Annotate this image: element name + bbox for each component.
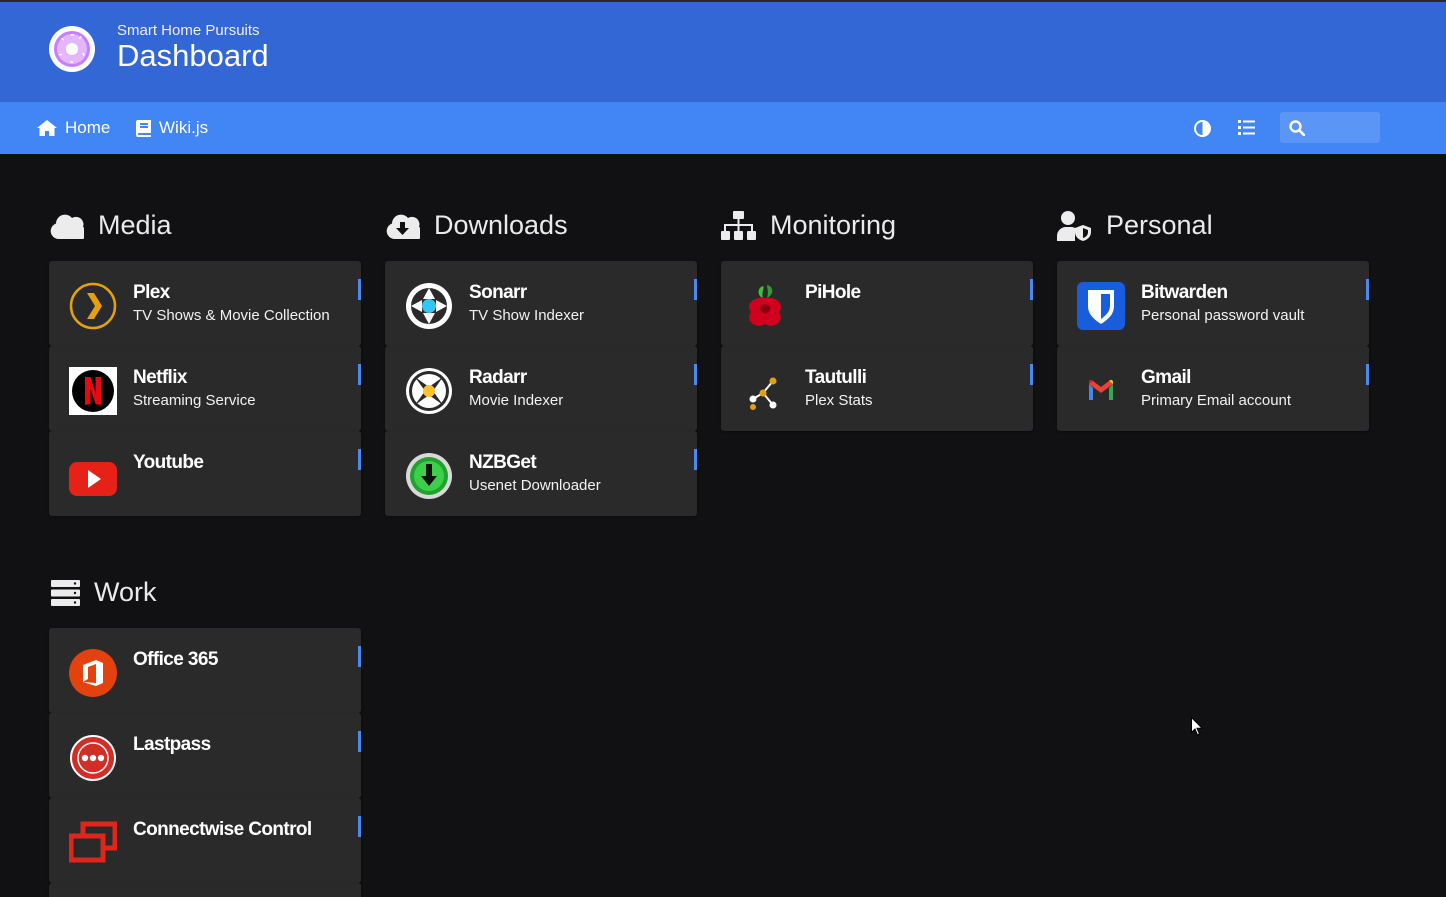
card-nzbget[interactable]: NZBGet Usenet Downloader — [385, 431, 697, 516]
network-icon — [721, 210, 756, 240]
card-name: Youtube — [133, 452, 204, 473]
search-icon — [1289, 120, 1305, 136]
card-connectwise-control[interactable]: Connectwise Control — [49, 798, 361, 883]
status-indicator — [358, 731, 361, 752]
mouse-cursor-icon — [1191, 717, 1203, 736]
status-indicator — [358, 279, 361, 300]
card-radarr[interactable]: Radarr Movie Indexer — [385, 346, 697, 431]
status-indicator — [694, 364, 697, 385]
list-layout-icon[interactable] — [1238, 120, 1255, 135]
user-shield-icon — [1057, 210, 1091, 241]
lastpass-icon — [70, 735, 116, 781]
cloud-icon — [50, 214, 84, 239]
netflix-icon — [69, 367, 117, 415]
nav-wiki-label: Wiki.js — [159, 118, 209, 137]
card-name: Netflix — [133, 367, 187, 388]
navbar: Home Wiki.js — [0, 102, 1446, 154]
group-title-label: Media — [98, 210, 172, 240]
status-indicator — [1366, 364, 1369, 385]
search-box[interactable] — [1280, 112, 1380, 143]
card-subtitle: TV Show Indexer — [469, 307, 585, 324]
group-title-media: Media — [49, 210, 172, 241]
group-title-work: Work — [51, 577, 157, 608]
card-sonarr[interactable]: Sonarr TV Show Indexer — [385, 261, 697, 346]
search-input[interactable] — [1310, 117, 1372, 138]
card-youtube[interactable]: Youtube — [49, 431, 361, 516]
card-name: PiHole — [805, 282, 861, 303]
card-name: Office 365 — [133, 649, 218, 670]
status-indicator — [1030, 279, 1033, 300]
cloud-download-icon — [386, 214, 420, 239]
server-icon — [51, 579, 80, 606]
pihole-icon — [749, 285, 781, 326]
youtube-icon — [69, 462, 117, 496]
header: Smart Home Pursuits Dashboard — [0, 0, 1446, 102]
page-subtitle: Smart Home Pursuits — [117, 22, 260, 39]
office-icon — [69, 649, 117, 697]
home-icon — [37, 120, 57, 136]
nzbget-icon — [406, 453, 452, 499]
card-bitwarden[interactable]: Bitwarden Personal password vault — [1057, 261, 1369, 346]
card-name: Lastpass — [133, 734, 211, 755]
card-name: Radarr — [469, 367, 527, 388]
book-icon — [136, 119, 151, 137]
card-name: Gmail — [1141, 367, 1191, 388]
card-subtitle: Movie Indexer — [469, 392, 564, 409]
group-title-label: Downloads — [434, 210, 568, 240]
group-title-monitoring: Monitoring — [721, 210, 896, 241]
card-name: Connectwise Control — [133, 819, 312, 840]
group-title-label: Personal — [1106, 210, 1213, 240]
card-name: NZBGet — [469, 452, 537, 473]
card-office-365[interactable]: Office 365 — [49, 628, 361, 713]
nav-home-label: Home — [65, 118, 111, 137]
status-indicator — [358, 449, 361, 470]
tautulli-icon — [749, 377, 777, 410]
card-name: Sonarr — [469, 282, 527, 303]
group-title-downloads: Downloads — [385, 210, 568, 241]
card-name: Plex — [133, 282, 170, 303]
page-title: Dashboard — [117, 38, 269, 73]
card-subtitle: Streaming Service — [133, 392, 256, 409]
card-subtitle: TV Shows & Movie Collection — [133, 307, 330, 324]
radarr-icon — [406, 368, 452, 414]
status-indicator — [358, 646, 361, 667]
nav-wiki-link[interactable]: Wiki.js — [136, 118, 208, 138]
card-subtitle: Personal password vault — [1141, 307, 1305, 324]
card-tautulli[interactable]: Tautulli Plex Stats — [721, 346, 1033, 431]
nav-home-link[interactable]: Home — [37, 118, 110, 138]
gmail-icon — [1089, 379, 1113, 400]
bitwarden-icon — [1077, 282, 1125, 330]
card-netflix[interactable]: Netflix Streaming Service — [49, 346, 361, 431]
card-lastpass[interactable]: Lastpass — [49, 713, 361, 798]
card-subtitle: Plex Stats — [805, 392, 873, 409]
card-name: Bitwarden — [1141, 282, 1228, 303]
theme-toggle-icon[interactable] — [1194, 120, 1211, 137]
status-indicator — [1366, 279, 1369, 300]
status-indicator — [358, 816, 361, 837]
status-indicator — [1030, 364, 1033, 385]
status-indicator — [358, 364, 361, 385]
card-plex[interactable]: Plex TV Shows & Movie Collection — [49, 261, 361, 346]
sonarr-icon — [406, 283, 452, 329]
status-indicator — [694, 449, 697, 470]
card-pihole[interactable]: PiHole — [721, 261, 1033, 346]
plex-icon — [69, 282, 117, 330]
card-subtitle: Usenet Downloader — [469, 477, 601, 494]
group-title-label: Monitoring — [770, 210, 897, 240]
card-subtitle: Primary Email account — [1141, 392, 1292, 409]
card-partial[interactable] — [49, 883, 361, 897]
status-indicator — [694, 279, 697, 300]
connectwise-icon — [69, 821, 117, 863]
card-gmail[interactable]: Gmail Primary Email account — [1057, 346, 1369, 431]
group-title-personal: Personal — [1057, 210, 1213, 241]
group-title-label: Work — [94, 577, 157, 607]
donut-logo-icon — [49, 26, 95, 72]
card-name: Tautulli — [805, 367, 867, 388]
